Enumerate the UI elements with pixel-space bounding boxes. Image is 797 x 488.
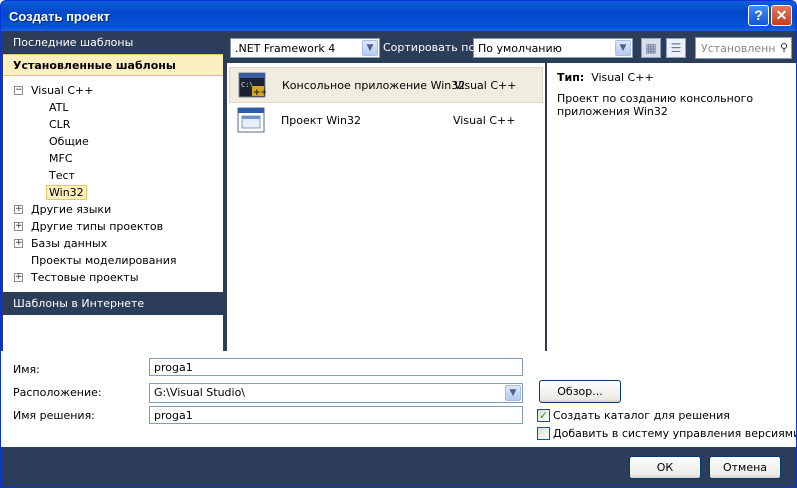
project-name-input[interactable]: proga1	[149, 358, 523, 376]
template-description: Проект по созданию консольного приложени…	[557, 92, 754, 118]
search-icon[interactable]: ⚲	[780, 41, 788, 54]
chevron-down-icon[interactable]: ▼	[615, 40, 631, 56]
view-details-button[interactable]: ☰	[666, 38, 686, 58]
expand-icon[interactable]: +	[14, 222, 23, 231]
template-name: Консольное приложение Win32	[282, 79, 466, 92]
ok-button[interactable]: ОК	[629, 456, 701, 479]
template-item-console-app[interactable]: C:\ ++ Консольное приложение Win32 Visua…	[229, 67, 543, 103]
expand-icon[interactable]: +	[14, 273, 23, 282]
template-name: Проект Win32	[281, 114, 361, 127]
project-settings-form: Имя: proga1 Расположение: G:\Visual Stud…	[1, 351, 796, 447]
search-installed-templates[interactable]: Установленн ⚲	[695, 37, 792, 59]
template-language: Visual C++	[453, 114, 516, 127]
svg-text:++: ++	[253, 88, 266, 98]
close-button[interactable]: ✕	[771, 5, 792, 26]
window-title: Создать проект	[9, 9, 110, 24]
chevron-down-icon[interactable]: ▼	[505, 385, 521, 401]
list-icon: ☰	[670, 41, 682, 55]
template-details-panel: Тип: Visual C++ Проект по созданию консо…	[547, 63, 796, 351]
close-icon: ✕	[775, 7, 788, 23]
question-icon: ?	[754, 7, 763, 23]
sort-select[interactable]: По умолчанию ▼	[473, 38, 633, 58]
template-categories-panel: Последние шаблоны Установленные шаблоны …	[3, 31, 223, 351]
cancel-button[interactable]: Отмена	[709, 456, 781, 479]
installed-templates-header[interactable]: Установленные шаблоны	[3, 54, 223, 76]
browse-button[interactable]: Обзор...	[539, 380, 621, 403]
name-label: Имя:	[13, 363, 40, 376]
checkmark-icon[interactable]: ✓	[537, 409, 550, 422]
title-bar[interactable]: Создать проект ? ✕	[1, 1, 796, 31]
collapse-icon[interactable]: −	[14, 86, 23, 95]
svg-text:C:\: C:\	[241, 81, 254, 89]
location-label: Расположение:	[13, 386, 102, 399]
new-project-dialog: Создать проект ? ✕ Последние шаблоны Уст…	[0, 0, 797, 488]
framework-select[interactable]: .NET Framework 4 ▼	[230, 38, 380, 58]
expand-icon[interactable]: +	[14, 205, 23, 214]
template-toolbar: .NET Framework 4 ▼ Сортировать по: По ум…	[223, 31, 796, 63]
template-list: C:\ ++ Консольное приложение Win32 Visua…	[227, 63, 545, 351]
dialog-footer: ОК Отмена	[1, 447, 796, 487]
solution-name-input[interactable]: proga1	[149, 406, 523, 424]
online-templates-header[interactable]: Шаблоны в Интернете	[3, 292, 223, 315]
template-type: Тип: Visual C++	[557, 71, 654, 84]
template-language: Visual C++	[454, 79, 517, 92]
grid-icon: ▦	[645, 41, 657, 55]
solution-name-label: Имя решения:	[13, 409, 95, 422]
console-app-icon: C:\ ++	[238, 72, 266, 98]
chevron-down-icon[interactable]: ▼	[362, 40, 378, 56]
location-combo[interactable]: G:\Visual Studio\ ▼	[149, 383, 523, 403]
help-button[interactable]: ?	[748, 5, 769, 26]
view-large-icons-button[interactable]: ▦	[641, 38, 661, 58]
recent-templates-header[interactable]: Последние шаблоны	[3, 31, 223, 54]
win32-project-icon	[237, 107, 265, 133]
template-item-win32-project[interactable]: Проект Win32 Visual C++	[229, 103, 543, 139]
expand-icon[interactable]: +	[14, 239, 23, 248]
sort-label: Сортировать по:	[383, 41, 479, 54]
